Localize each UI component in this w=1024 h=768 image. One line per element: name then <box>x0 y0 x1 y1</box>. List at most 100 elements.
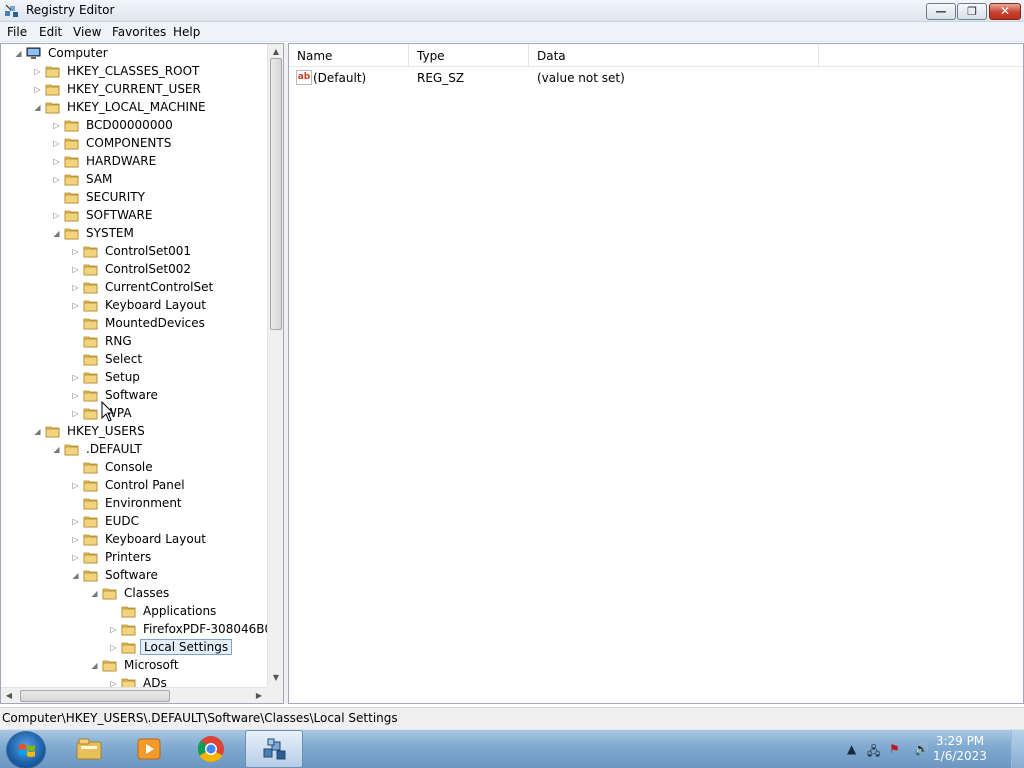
tree-node-label: FirefoxPDF-308046B0AF4 <box>143 622 284 636</box>
show-desktop-button[interactable] <box>1011 730 1024 768</box>
menu-edit[interactable]: Edit <box>39 25 62 39</box>
collapse-arrow-icon[interactable]: ◢ <box>33 427 42 436</box>
tree-node-label: Setup <box>105 370 140 384</box>
value-row[interactable]: ab (Default) REG_SZ (value not set) <box>289 68 1023 88</box>
menu-favorites[interactable]: Favorites <box>112 25 166 39</box>
expand-arrow-icon[interactable]: ▷ <box>33 67 42 76</box>
key-tree-pane[interactable]: ◢ Computer ▷ HKEY_CLASSES_ROOT ▷ HKEY_CURRENT… <box>0 43 284 704</box>
folder-icon <box>83 246 98 258</box>
folder-icon <box>121 624 136 636</box>
tree-connector <box>71 337 80 346</box>
show-hidden-icons-arrow-icon[interactable]: ▲ <box>847 742 856 756</box>
expand-arrow-icon[interactable]: ▷ <box>52 175 61 184</box>
folder-icon <box>83 282 98 294</box>
folder-icon <box>102 660 117 672</box>
minimize-button[interactable]: — <box>926 3 956 20</box>
expand-arrow-icon[interactable]: ▷ <box>71 265 80 274</box>
folder-icon <box>83 408 98 420</box>
folder-icon <box>83 336 98 348</box>
tree-vertical-scrollbar[interactable]: ▲ ▼ <box>267 44 283 687</box>
collapse-arrow-icon[interactable]: ◢ <box>33 103 42 112</box>
media-player-icon <box>137 738 161 760</box>
tree-node-label: SAM <box>86 172 113 186</box>
values-list-pane[interactable]: Name Type Data ab (Default) REG_SZ (valu… <box>288 43 1024 704</box>
menu-view[interactable]: View <box>73 25 101 39</box>
collapse-arrow-icon[interactable]: ◢ <box>90 589 99 598</box>
scroll-down-arrow-icon[interactable]: ▼ <box>268 670 283 686</box>
expand-arrow-icon[interactable]: ▷ <box>71 535 80 544</box>
menu-file[interactable]: File <box>7 25 27 39</box>
collapse-arrow-icon[interactable]: ◢ <box>52 229 61 238</box>
chrome-icon <box>197 736 224 763</box>
menu-help[interactable]: Help <box>173 25 200 39</box>
folder-icon <box>64 444 79 456</box>
tree-node-label: Keyboard Layout <box>105 532 207 546</box>
folder-icon <box>83 354 98 366</box>
expand-arrow-icon[interactable]: ▷ <box>71 247 80 256</box>
folder-icon <box>83 372 98 384</box>
taskbar-explorer[interactable] <box>60 730 118 768</box>
expand-arrow-icon[interactable]: ▷ <box>71 517 80 526</box>
title-bar: Registry Editor — ❐ ✕ <box>0 0 1024 22</box>
expand-arrow-icon[interactable]: ▷ <box>71 391 80 400</box>
restore-icon: ❐ <box>967 5 977 18</box>
taskbar: ▲ 🖧 ⚑ 🔊 3:29 PM 1/6/2023 <box>0 729 1024 768</box>
registry-editor-icon <box>263 738 286 760</box>
folder-icon <box>83 534 98 546</box>
explorer-icon <box>76 738 102 760</box>
collapse-arrow-icon[interactable]: ◢ <box>71 571 80 580</box>
clock-date: 1/6/2023 <box>933 749 987 763</box>
tree-horizontal-scroll-thumb[interactable] <box>20 690 170 702</box>
scroll-right-arrow-icon[interactable]: ▶ <box>251 688 267 703</box>
expand-arrow-icon[interactable]: ▷ <box>52 157 61 166</box>
folder-icon <box>64 156 79 168</box>
tree-node-label: Local Settings <box>140 639 233 655</box>
clock[interactable]: 3:29 PM 1/6/2023 <box>927 734 993 764</box>
expand-arrow-icon[interactable]: ▷ <box>71 283 80 292</box>
expand-arrow-icon[interactable]: ▷ <box>71 409 80 418</box>
tree-connector <box>71 319 80 328</box>
expand-arrow-icon[interactable]: ▷ <box>109 643 118 652</box>
collapse-arrow-icon[interactable]: ◢ <box>52 445 61 454</box>
start-button[interactable] <box>6 731 46 768</box>
network-icon[interactable]: 🖧 <box>867 742 880 763</box>
tree-horizontal-scrollbar[interactable]: ◀ ▶ <box>1 687 267 703</box>
expand-arrow-icon[interactable]: ▷ <box>52 121 61 130</box>
taskbar-media-player[interactable] <box>120 730 178 768</box>
tree-node-label: SOFTWARE <box>86 208 153 222</box>
maximize-button[interactable]: ❐ <box>957 3 987 20</box>
status-bar: Computer\HKEY_USERS\.DEFAULT\Software\Cl… <box>0 707 1024 729</box>
collapse-arrow-icon[interactable]: ◢ <box>14 49 23 58</box>
scroll-left-arrow-icon[interactable]: ◀ <box>1 688 17 703</box>
expand-arrow-icon[interactable]: ▷ <box>109 625 118 634</box>
column-header-data[interactable]: Data <box>529 44 819 67</box>
value-name: (Default) <box>313 71 367 85</box>
folder-icon <box>64 192 79 204</box>
expand-arrow-icon[interactable]: ▷ <box>33 85 42 94</box>
close-button[interactable]: ✕ <box>989 3 1021 20</box>
folder-icon <box>83 480 98 492</box>
taskbar-registry-editor[interactable] <box>245 730 303 768</box>
expand-arrow-icon[interactable]: ▷ <box>71 553 80 562</box>
folder-icon <box>83 390 98 402</box>
expand-arrow-icon[interactable]: ▷ <box>71 373 80 382</box>
taskbar-chrome[interactable] <box>182 730 240 768</box>
list-header: Name Type Data <box>289 44 1023 67</box>
tree-node-label: Console <box>105 460 153 474</box>
tree-node-label: .DEFAULT <box>86 442 142 456</box>
expand-arrow-icon[interactable]: ▷ <box>71 481 80 490</box>
action-center-flag-icon[interactable]: ⚑ <box>889 742 900 756</box>
folder-icon <box>83 318 98 330</box>
column-header-name[interactable]: Name <box>289 44 409 67</box>
tree-node-label: HKEY_LOCAL_MACHINE <box>67 100 206 114</box>
folder-icon <box>45 426 60 438</box>
column-header-type[interactable]: Type <box>409 44 529 67</box>
tree-connector <box>71 499 80 508</box>
tree-vertical-scroll-thumb[interactable] <box>270 58 282 330</box>
expand-arrow-icon[interactable]: ▷ <box>52 211 61 220</box>
tree-node-label: Software <box>105 568 158 582</box>
expand-arrow-icon[interactable]: ▷ <box>52 139 61 148</box>
tree-node-label: Applications <box>143 604 217 618</box>
expand-arrow-icon[interactable]: ▷ <box>71 301 80 310</box>
collapse-arrow-icon[interactable]: ◢ <box>90 661 99 670</box>
